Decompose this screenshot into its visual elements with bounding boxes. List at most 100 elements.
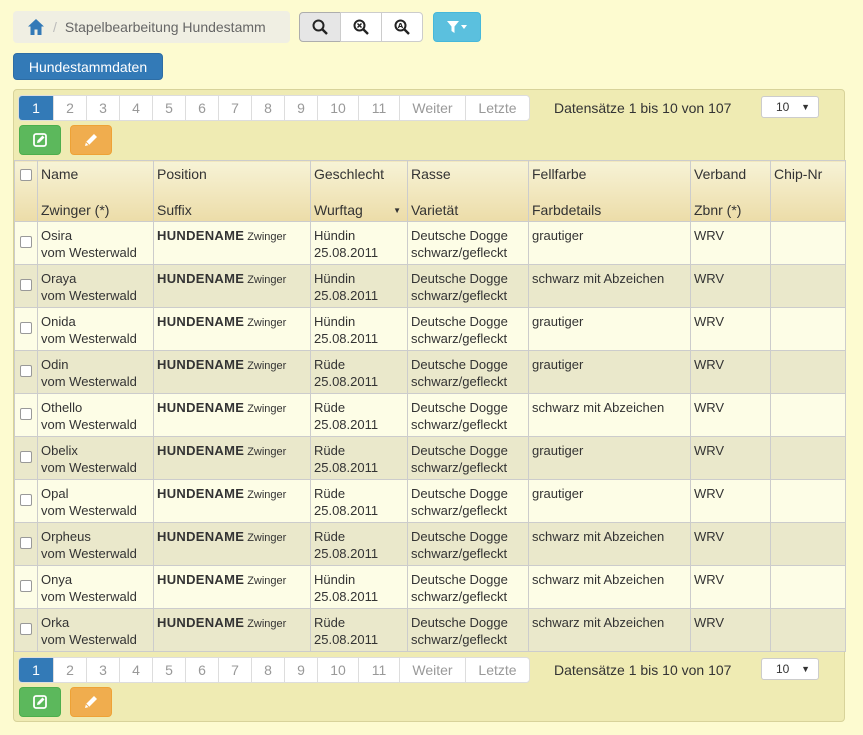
table-row[interactable]: Onida vom Westerwald HUNDENAME Zwinger Hündi… xyxy=(14,307,846,351)
cell-geschlecht: Rüde 25.08.2011 xyxy=(310,393,408,437)
table-row[interactable]: Osira vom Westerwald HUNDENAME Zwinger Hündi… xyxy=(14,221,846,265)
row-checkbox[interactable] xyxy=(20,451,32,463)
page-11[interactable]: 11 xyxy=(358,96,399,120)
row-checkbox[interactable] xyxy=(20,494,32,506)
page-11[interactable]: 11 xyxy=(358,658,399,682)
dog-color: schwarz mit Abzeichen xyxy=(532,572,665,587)
page-9[interactable]: 9 xyxy=(284,96,317,120)
dog-name: Orka xyxy=(41,615,70,630)
dog-variety: schwarz/gefleckt xyxy=(411,546,508,561)
dog-verband: WRV xyxy=(694,572,725,587)
page-3[interactable]: 3 xyxy=(86,96,119,120)
home-icon[interactable] xyxy=(27,18,45,36)
page-10[interactable]: 10 xyxy=(317,96,358,120)
table-row[interactable]: Othello vom Westerwald HUNDENAME Zwinger Rüd… xyxy=(14,393,846,437)
cell-name: Obelix vom Westerwald xyxy=(37,436,154,480)
dog-sex: Rüde xyxy=(314,486,346,501)
col-verband[interactable]: Verband Zbnr (*) xyxy=(690,160,771,222)
col-fellfarbe[interactable]: Fellfarbe Farbdetails xyxy=(528,160,691,222)
page-2[interactable]: 2 xyxy=(53,96,86,120)
filter-button[interactable] xyxy=(433,12,481,42)
table-row[interactable]: Orpheus vom Westerwald HUNDENAME Zwinger Rüd… xyxy=(14,522,846,566)
row-checkbox[interactable] xyxy=(20,580,32,592)
col-rasse[interactable]: Rasse Varietät xyxy=(407,160,529,222)
dog-verband: WRV xyxy=(694,314,725,329)
page-6[interactable]: 6 xyxy=(185,658,218,682)
cell-verband: WRV xyxy=(690,565,771,609)
hundestammdaten-button[interactable]: Hundestammdaten xyxy=(13,53,163,80)
cell-rasse: Deutsche Dogge schwarz/gefleckt xyxy=(407,436,529,480)
page-last[interactable]: Letzte xyxy=(465,658,529,682)
row-checkbox[interactable] xyxy=(20,408,32,420)
edit-selected-button[interactable] xyxy=(70,125,112,155)
page-6[interactable]: 6 xyxy=(185,96,218,120)
page-1[interactable]: 1 xyxy=(19,658,53,682)
cell-position: HUNDENAME Zwinger xyxy=(153,565,311,609)
page-10[interactable]: 10 xyxy=(317,658,358,682)
dog-zwinger: vom Westerwald xyxy=(41,460,137,475)
dog-name: Osira xyxy=(41,228,73,243)
table-row[interactable]: Obelix vom Westerwald HUNDENAME Zwinger Rüde… xyxy=(14,436,846,480)
page-next[interactable]: Weiter xyxy=(399,96,465,120)
cell-name: Onida vom Westerwald xyxy=(37,307,154,351)
row-select-cell xyxy=(14,307,38,351)
page-size-select[interactable]: 10 ▼ xyxy=(761,658,819,680)
dog-sex: Hündin xyxy=(314,314,356,329)
row-checkbox[interactable] xyxy=(20,623,32,635)
dog-breed: Deutsche Dogge xyxy=(411,615,508,630)
table-row[interactable]: Opal vom Westerwald HUNDENAME Zwinger Rüde 25… xyxy=(14,479,846,523)
row-checkbox[interactable] xyxy=(20,365,32,377)
page-4[interactable]: 4 xyxy=(119,96,152,120)
zoom-reset-button[interactable]: A xyxy=(381,12,423,42)
dog-color: schwarz mit Abzeichen xyxy=(532,271,665,286)
dog-suffix: Zwinger xyxy=(247,403,287,415)
cell-chip xyxy=(770,522,846,566)
select-all-checkbox[interactable] xyxy=(20,169,32,181)
cell-name: Osira vom Westerwald xyxy=(37,221,154,265)
page-7[interactable]: 7 xyxy=(218,658,251,682)
zoom-out-button[interactable] xyxy=(340,12,382,42)
page-5[interactable]: 5 xyxy=(152,96,185,120)
col-verband-label: Verband xyxy=(694,166,747,182)
col-position[interactable]: Position Suffix xyxy=(153,160,311,222)
row-checkbox[interactable] xyxy=(20,236,32,248)
edit-all-button[interactable] xyxy=(19,125,61,155)
page-8[interactable]: 8 xyxy=(251,96,284,120)
cell-fellfarbe: grautiger xyxy=(528,436,691,480)
row-checkbox[interactable] xyxy=(20,279,32,291)
page-7[interactable]: 7 xyxy=(218,96,251,120)
table-row[interactable]: Odin vom Westerwald HUNDENAME Zwinger Rüde 25… xyxy=(14,350,846,394)
page-4[interactable]: 4 xyxy=(119,658,152,682)
zoom-reset-icon: A xyxy=(394,19,410,35)
page-1[interactable]: 1 xyxy=(19,96,53,120)
table-row[interactable]: Oraya vom Westerwald HUNDENAME Zwinger Hündi… xyxy=(14,264,846,308)
row-checkbox[interactable] xyxy=(20,537,32,549)
cell-geschlecht: Rüde 25.08.2011 xyxy=(310,608,408,652)
row-checkbox[interactable] xyxy=(20,322,32,334)
row-select-cell xyxy=(14,393,38,437)
page-8[interactable]: 8 xyxy=(251,658,284,682)
dog-zwinger: vom Westerwald xyxy=(41,245,137,260)
records-info: Datensätze 1 bis 10 von 107 xyxy=(554,662,732,678)
dog-verband: WRV xyxy=(694,443,725,458)
page-size-select[interactable]: 10 ▼ xyxy=(761,96,819,118)
edit-all-button[interactable] xyxy=(19,687,61,717)
col-chip[interactable]: Chip-Nr xyxy=(770,160,846,222)
cell-chip xyxy=(770,436,846,480)
page-3[interactable]: 3 xyxy=(86,658,119,682)
col-name[interactable]: Name Zwinger (*) xyxy=(37,160,154,222)
table-row[interactable]: Orka vom Westerwald HUNDENAME Zwinger Rüde 25… xyxy=(14,608,846,652)
page-5[interactable]: 5 xyxy=(152,658,185,682)
page-last[interactable]: Letzte xyxy=(465,96,529,120)
col-position-label: Position xyxy=(157,166,207,182)
col-geschlecht[interactable]: Geschlecht Wurftag ▼ xyxy=(310,160,408,222)
edit-selected-button[interactable] xyxy=(70,687,112,717)
dog-suffix: Zwinger xyxy=(247,231,287,243)
page-9[interactable]: 9 xyxy=(284,658,317,682)
table-row[interactable]: Onya vom Westerwald HUNDENAME Zwinger Hündin… xyxy=(14,565,846,609)
page-next[interactable]: Weiter xyxy=(399,658,465,682)
dog-variety: schwarz/gefleckt xyxy=(411,288,508,303)
page-2[interactable]: 2 xyxy=(53,658,86,682)
dog-suffix: Zwinger xyxy=(247,618,287,630)
search-button[interactable] xyxy=(299,12,341,42)
